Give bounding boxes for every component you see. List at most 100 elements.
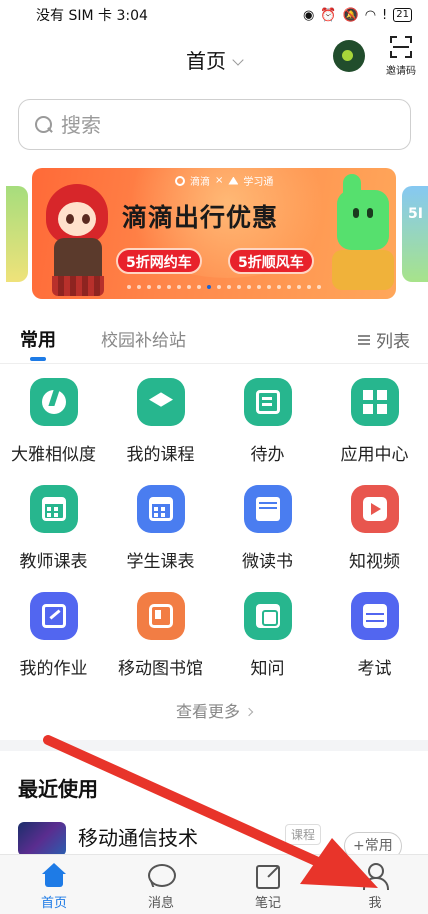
course-name: 移动通信技术 [78,826,198,850]
app-label: 考试 [357,659,392,679]
clock-text: 3:04 [116,8,148,24]
nav-messages[interactable]: 消息 [131,863,191,911]
wifi-icon: ◠ [364,7,377,23]
app-student-timetable[interactable]: 学生课表 [107,485,214,585]
brand-1: 滴滴 [190,177,210,188]
status-icons: ◉ ⏰ 🔕 ◠ ! 21 [303,8,412,23]
home-icon [39,863,69,889]
calendar-icon [137,485,185,533]
bottom-nav: 首页 消息 笔记 我 [0,854,428,914]
app-label: 知问 [250,659,285,679]
edit-note-icon [253,863,283,889]
tab-common[interactable]: 常用 [20,326,56,352]
app-mobile-library[interactable]: 移动图书馆 [107,592,214,692]
mute-icon: 🔕 [342,7,359,23]
app-exam[interactable]: 考试 [321,592,428,692]
thumbs-up-mascot-illustration [337,174,389,250]
scan-icon [390,36,412,58]
alarm-icon: ⏰ [320,7,337,23]
banner-carousel[interactable]: 滴滴 × 学习通 滴滴出行优惠 5折网约车 5折顺风车 5I [0,166,428,301]
brand-2: 学习通 [243,177,274,188]
graduation-cap-icon [137,378,185,426]
app-zhi-wen[interactable]: 知问 [214,592,321,692]
app-label: 我的课程 [126,445,195,465]
nav-label: 我 [368,896,382,911]
book-icon [244,485,292,533]
banner-pill-rideshare: 5折网约车 [116,248,202,274]
banner-pill-hitch: 5折顺风车 [228,248,314,274]
calendar-icon [30,485,78,533]
mascot-base-illustration [332,250,394,290]
banner-brand: 滴滴 × 学习通 [175,173,273,188]
divider [0,363,428,364]
app-label: 知视频 [349,552,400,572]
banner-title: 滴滴出行优惠 [122,203,279,232]
xuexitong-logo-icon [228,176,239,185]
list-icon [358,334,370,346]
app-grid-icon [351,378,399,426]
eye-icon: ◉ [302,7,315,23]
app-my-homework[interactable]: 我的作业 [0,592,107,692]
status-left: 没有 SIM 卡 3:04 [36,5,148,25]
brand-separator: × [215,175,224,186]
page-title: 首页 [186,49,226,73]
video-icon [351,485,399,533]
chevron-down-icon [232,54,244,66]
scan-button[interactable]: 邀请码 [384,36,418,77]
app-teacher-timetable[interactable]: 教师课表 [0,485,107,585]
phone-library-icon [137,592,185,640]
app-my-courses[interactable]: 我的课程 [107,378,214,478]
mascot-girl-illustration [42,180,116,299]
battery-icon: 21 [393,8,412,22]
banner-didi[interactable]: 滴滴 × 学习通 滴滴出行优惠 5折网约车 5折顺风车 [32,168,396,299]
nav-label: 首页 [40,896,67,911]
course-tag: 课程 [285,824,322,845]
app-label: 微读书 [242,552,293,572]
avatar[interactable] [333,40,365,72]
app-label: 大雅相似度 [11,445,96,465]
tab-campus-supply[interactable]: 校园补给站 [101,326,186,351]
list-toggle-label: 列表 [376,332,410,352]
banner-next-peek[interactable]: 5I [402,186,428,282]
list-view-toggle[interactable]: 列表 [358,327,410,352]
see-more-link[interactable]: 查看更多 [0,698,428,722]
nav-label: 消息 [147,896,174,911]
nav-me[interactable]: 我 [345,863,405,911]
nav-notes[interactable]: 笔记 [238,863,298,911]
search-icon [35,115,53,134]
chat-bubble-icon [146,863,176,889]
pie-chart-icon [30,378,78,426]
app-label: 学生课表 [126,552,195,572]
app-label: 应用中心 [340,445,409,465]
app-todo[interactable]: 待办 [214,378,321,478]
app-label: 我的作业 [19,659,88,679]
app-micro-reading[interactable]: 微读书 [214,485,321,585]
carrier-text: 没有 SIM 卡 [36,8,112,24]
todo-icon [244,378,292,426]
search-input[interactable] [61,112,361,137]
nav-label: 笔记 [254,896,281,911]
app-label: 教师课表 [19,552,88,572]
app-label: 待办 [250,445,285,465]
alert-icon: ! [382,7,388,23]
app-label: 移动图书馆 [118,659,203,679]
didi-logo-icon [175,175,185,186]
user-icon [360,863,390,890]
search-bar[interactable] [18,99,411,150]
chevron-right-icon [244,707,254,717]
see-more-label: 查看更多 [175,702,240,721]
app-zhi-video[interactable]: 知视频 [321,485,428,585]
app-center[interactable]: 应用中心 [321,378,428,478]
header: 首页 邀请码 [0,30,428,90]
section-tabs: 常用 校园补给站 列表 [0,322,428,362]
carousel-dots [127,285,321,289]
scan-label: 邀请码 [386,66,416,77]
course-thumbnail [18,822,66,856]
recent-item[interactable]: 移动通信技术 课程 +常用 [0,820,428,860]
homework-icon [30,592,78,640]
app-daya-similarity[interactable]: 大雅相似度 [0,378,107,478]
section-divider [0,740,428,751]
status-bar: 没有 SIM 卡 3:04 ◉ ⏰ 🔕 ◠ ! 21 [0,0,428,30]
banner-prev-peek[interactable] [6,186,28,282]
nav-home[interactable]: 首页 [24,863,84,911]
